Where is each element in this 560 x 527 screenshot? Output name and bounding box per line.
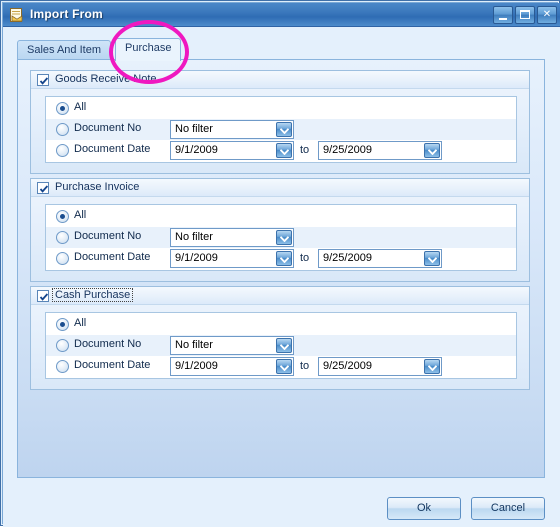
to-label-cp: to (300, 360, 310, 372)
maximize-button[interactable] (515, 6, 535, 24)
window-controls: ✕ (493, 6, 557, 24)
to-label-grn: to (300, 144, 310, 156)
radio-document-no-cp-label: Document No (74, 338, 142, 350)
import-from-window: Import From ✕ Sales And Item Purchase Go… (0, 0, 560, 527)
radio-all-cp-dot (60, 322, 65, 327)
to-label-pi: to (300, 252, 310, 264)
radio-document-no-pi-label: Document No (74, 230, 142, 242)
row-document-no-cp: Document No No filter (46, 335, 516, 356)
calendar-dropdown-icon[interactable] (424, 251, 440, 266)
radio-document-no-grn-label: Document No (74, 122, 142, 134)
radio-all-pi-label: All (74, 209, 87, 221)
row-all-cp: All (46, 314, 516, 335)
calendar-dropdown-icon[interactable] (276, 143, 292, 158)
row-all-pi: All (46, 206, 516, 227)
combo-document-no-cp-value: No filter (175, 339, 213, 351)
row-document-date-cp: Document Date 9/1/2009 to 9/25/2009 (46, 356, 516, 377)
radio-document-date-pi-label: Document Date (74, 251, 151, 263)
chevron-down-icon[interactable] (276, 122, 292, 137)
row-document-no-pi: Document No No filter (46, 227, 516, 248)
dialog-body: Sales And Item Purchase Goods Receive No… (3, 27, 560, 527)
calendar-dropdown-icon[interactable] (276, 251, 292, 266)
group-title-purchase-invoice: Purchase Invoice (55, 181, 140, 193)
row-document-date-pi: Document Date 9/1/2009 to 9/25/2009 (46, 248, 516, 269)
date-from-grn-value: 9/1/2009 (175, 144, 218, 156)
row-document-no-grn: Document No No filter (46, 119, 516, 140)
group-title-cash-purchase: Cash Purchase (51, 288, 134, 302)
radio-document-no-pi[interactable] (56, 231, 69, 244)
tab-sales-and-item-label: Sales And Item (27, 44, 101, 56)
combo-document-no-pi[interactable]: No filter (170, 228, 294, 247)
radio-all-cp[interactable] (56, 318, 69, 331)
tab-sales-and-item[interactable]: Sales And Item (17, 40, 111, 60)
date-from-pi[interactable]: 9/1/2009 (170, 249, 294, 268)
checkbox-purchase-invoice[interactable] (37, 182, 49, 194)
window-title: Import From (30, 7, 103, 21)
combo-document-no-grn-value: No filter (175, 123, 213, 135)
cancel-button[interactable]: Cancel (471, 497, 545, 520)
minimize-icon (499, 18, 507, 20)
filter-panel-goods-receive-note: All Document No No filter Document Date … (45, 96, 517, 163)
group-title-goods-receive-note: Goods Receive Note (55, 73, 157, 85)
radio-all-pi[interactable] (56, 210, 69, 223)
title-bar: Import From ✕ (3, 3, 560, 27)
combo-document-no-grn[interactable]: No filter (170, 120, 294, 139)
tab-purchase[interactable]: Purchase (115, 38, 182, 61)
radio-document-no-grn[interactable] (56, 123, 69, 136)
radio-all-pi-dot (60, 214, 65, 219)
radio-all-cp-label: All (74, 317, 87, 329)
minimize-button[interactable] (493, 6, 513, 24)
calendar-dropdown-icon[interactable] (276, 359, 292, 374)
radio-document-no-cp[interactable] (56, 339, 69, 352)
radio-all-grn-dot (60, 106, 65, 111)
checkbox-goods-receive-note[interactable] (37, 74, 49, 86)
tab-page-purchase: Goods Receive Note All Document No No fi… (17, 59, 545, 478)
row-all-grn: All (46, 98, 516, 119)
radio-document-date-grn-label: Document Date (74, 143, 151, 155)
filter-panel-cash-purchase: All Document No No filter Document Date … (45, 312, 517, 379)
date-from-pi-value: 9/1/2009 (175, 252, 218, 264)
date-from-cp[interactable]: 9/1/2009 (170, 357, 294, 376)
radio-document-date-cp-label: Document Date (74, 359, 151, 371)
date-from-cp-value: 9/1/2009 (175, 360, 218, 372)
radio-document-date-pi[interactable] (56, 252, 69, 265)
date-to-pi[interactable]: 9/25/2009 (318, 249, 442, 268)
chevron-down-icon[interactable] (276, 230, 292, 245)
ok-button[interactable]: Ok (387, 497, 461, 520)
radio-all-grn-label: All (74, 101, 87, 113)
date-to-grn[interactable]: 9/25/2009 (318, 141, 442, 160)
radio-document-date-cp[interactable] (56, 360, 69, 373)
maximize-icon (520, 10, 530, 19)
combo-document-no-pi-value: No filter (175, 231, 213, 243)
calendar-dropdown-icon[interactable] (424, 143, 440, 158)
chevron-down-icon[interactable] (276, 338, 292, 353)
combo-document-no-cp[interactable]: No filter (170, 336, 294, 355)
date-to-pi-value: 9/25/2009 (323, 252, 372, 264)
date-from-grn[interactable]: 9/1/2009 (170, 141, 294, 160)
filter-panel-purchase-invoice: All Document No No filter Document Date … (45, 204, 517, 271)
radio-document-date-grn[interactable] (56, 144, 69, 157)
checkbox-cash-purchase[interactable] (37, 290, 49, 302)
date-to-cp-value: 9/25/2009 (323, 360, 372, 372)
date-to-grn-value: 9/25/2009 (323, 144, 372, 156)
date-to-cp[interactable]: 9/25/2009 (318, 357, 442, 376)
radio-all-grn[interactable] (56, 102, 69, 115)
close-button[interactable]: ✕ (537, 6, 557, 24)
group-cash-purchase: Cash Purchase All Document No No filter (30, 286, 530, 390)
tab-purchase-label: Purchase (125, 42, 172, 54)
group-goods-receive-note: Goods Receive Note All Document No No fi… (30, 70, 530, 174)
row-document-date-grn: Document Date 9/1/2009 to 9/25/2009 (46, 140, 516, 161)
group-purchase-invoice: Purchase Invoice All Document No No filt… (30, 178, 530, 282)
document-import-icon (9, 7, 25, 23)
calendar-dropdown-icon[interactable] (424, 359, 440, 374)
close-icon: ✕ (542, 9, 552, 20)
window-inner-frame: Import From ✕ Sales And Item Purchase Go… (2, 2, 560, 527)
